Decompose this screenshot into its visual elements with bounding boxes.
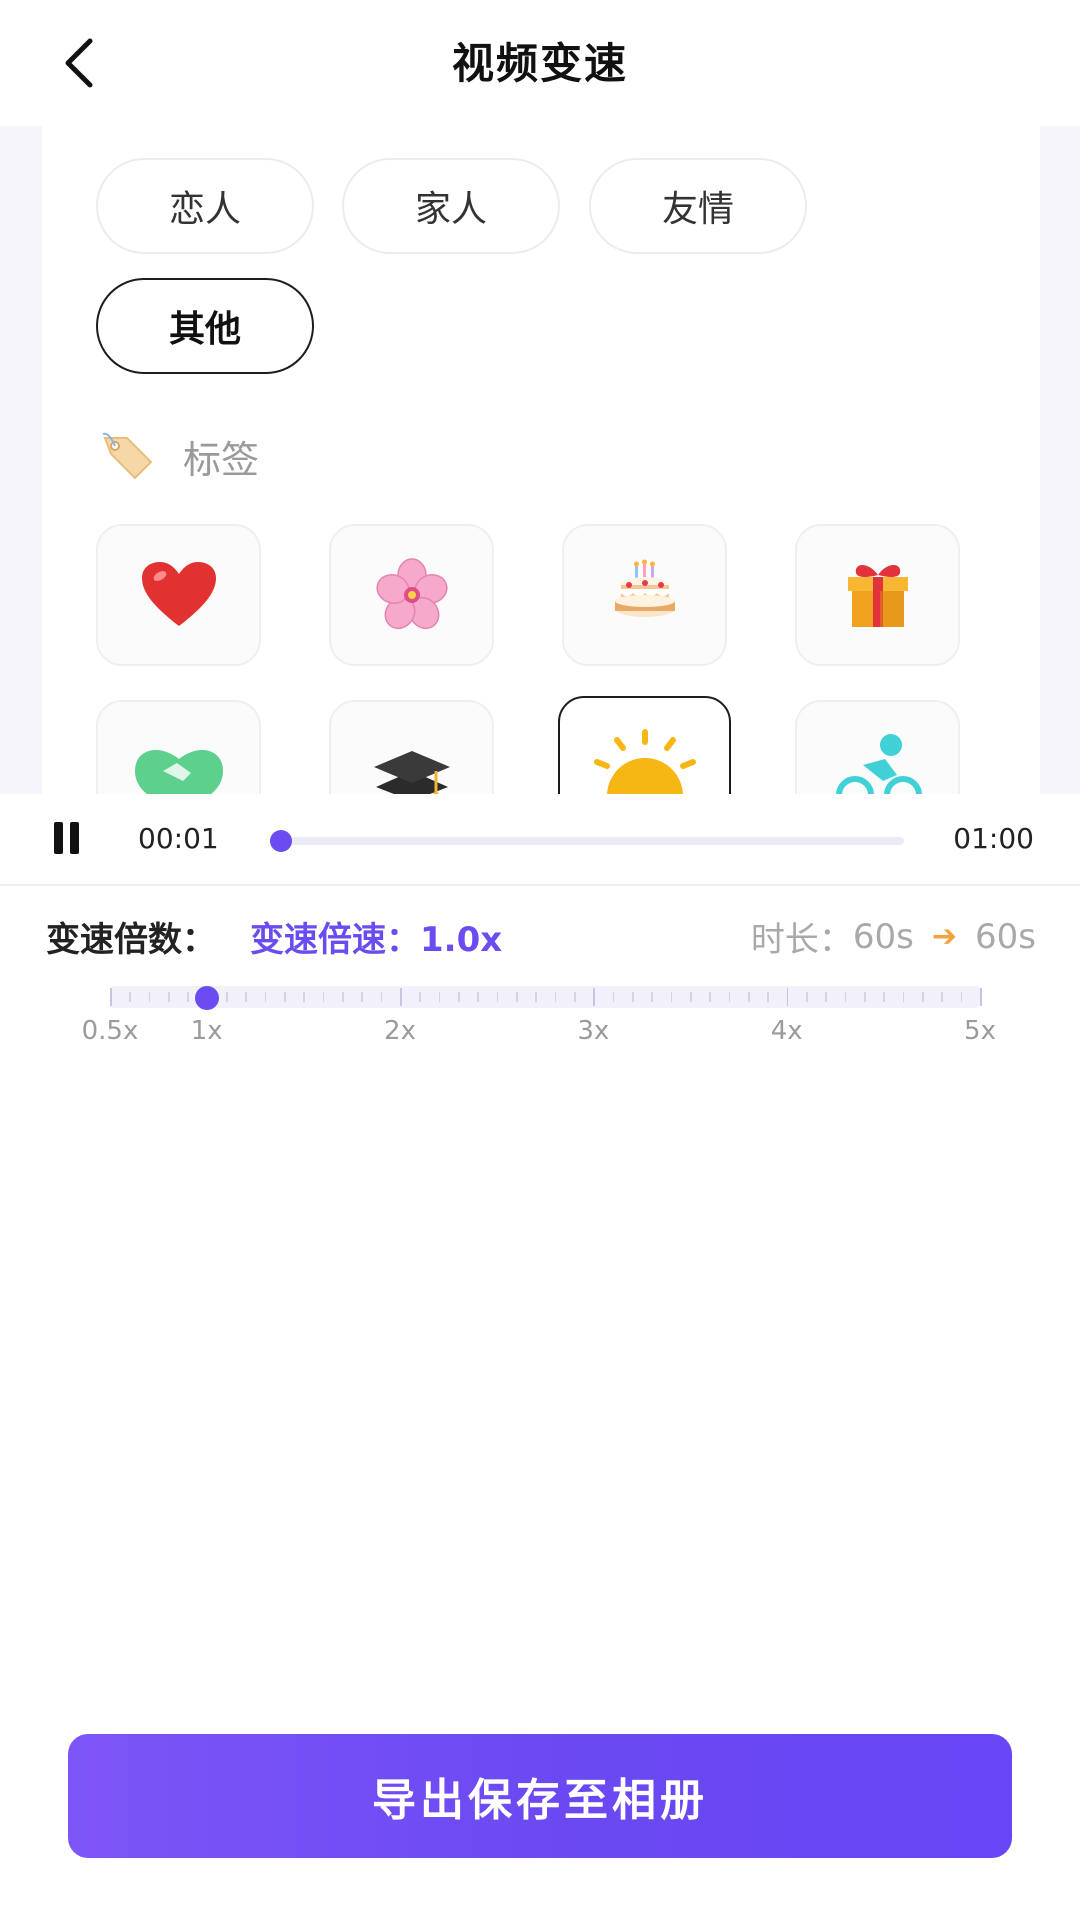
speed-minor-tick	[844, 992, 847, 1002]
heart-icon	[141, 562, 216, 626]
duration-info: 时长： 60s ➔ 60s	[751, 912, 1036, 961]
emoji-tile-graduation[interactable]	[329, 700, 494, 794]
speed-minor-tick	[535, 992, 537, 1002]
tag-icon	[102, 432, 153, 480]
speed-minor-tick	[361, 992, 363, 1002]
chip-family[interactable]: 家人	[342, 158, 560, 254]
speed-tick-label: 4x	[770, 1016, 803, 1046]
graduation-cap-icon	[373, 751, 450, 794]
speed-minor-tick	[922, 992, 924, 1002]
speed-value: 变速倍速：1.0x	[250, 920, 503, 960]
speed-minor-tick	[458, 992, 460, 1002]
gift-icon	[847, 565, 908, 627]
emoji-tile-handshake[interactable]	[96, 700, 261, 794]
handshake-icon	[134, 750, 223, 794]
speed-slider[interactable]	[110, 986, 982, 1010]
header: 视频变速	[0, 0, 1080, 126]
tag-section: 标签	[97, 426, 259, 486]
speed-minor-tick	[651, 992, 653, 1002]
speed-minor-tick	[748, 992, 750, 1002]
speed-minor-tick	[129, 992, 131, 1002]
speed-slider-thumb[interactable]	[194, 986, 219, 1010]
speed-minor-tick	[438, 992, 441, 1002]
duration-to: 60s	[975, 916, 1036, 957]
chip-friendship[interactable]: 友情	[589, 158, 807, 254]
speed-minor-tick	[574, 992, 576, 1002]
speed-minor-tick	[226, 992, 228, 1002]
speed-minor-tick	[554, 992, 557, 1002]
speed-minor-tick	[187, 992, 189, 1002]
speed-minor-tick	[806, 992, 808, 1002]
speed-minor-tick	[245, 992, 247, 1002]
speed-minor-tick	[419, 992, 421, 1002]
speed-minor-tick	[168, 992, 170, 1002]
current-time: 00:01	[138, 822, 219, 855]
player-bar: 00:01 01:00	[0, 794, 1080, 886]
pause-button[interactable]	[54, 822, 82, 854]
export-save-button[interactable]: 导出保存至相册	[68, 1734, 1012, 1858]
speed-minor-tick	[612, 992, 615, 1002]
speed-minor-tick	[690, 992, 692, 1002]
speed-minor-tick	[632, 992, 634, 1002]
speed-minor-tick	[902, 992, 905, 1002]
speed-major-tick	[110, 988, 112, 1006]
pause-icon	[54, 822, 63, 854]
speed-minor-tick	[670, 992, 673, 1002]
speed-minor-tick	[960, 992, 963, 1002]
chip-other[interactable]: 其他	[96, 278, 314, 374]
speed-row: 变速倍数： 变速倍速：1.0x 时长： 60s ➔ 60s	[46, 908, 1036, 964]
duration-label: 时长：	[750, 920, 853, 960]
speed-tick-label: 5x	[964, 1016, 996, 1046]
speed-minor-tick	[380, 992, 383, 1002]
speed-minor-tick	[303, 992, 305, 1002]
emoji-tile-heart[interactable]	[96, 524, 261, 666]
speed-minor-tick	[709, 992, 711, 1002]
arrow-right-icon: ➔	[931, 919, 958, 954]
speed-minor-tick	[496, 992, 499, 1002]
speed-major-tick	[400, 988, 402, 1006]
emoji-tile-cake[interactable]	[562, 524, 727, 666]
emoji-tile-sun[interactable]	[558, 696, 731, 794]
duration-from: 60s	[852, 916, 914, 957]
page-title: 视频变速	[451, 39, 628, 88]
speed-minor-tick	[284, 992, 286, 1002]
video-preview: 恋人 家人 友情 其他 标签	[0, 126, 1080, 794]
emoji-tile-gift[interactable]	[795, 524, 960, 666]
sun-icon	[593, 729, 696, 794]
speed-minor-tick	[148, 992, 151, 1002]
speed-tick-label: 3x	[577, 1016, 610, 1046]
speed-tick-label: 1x	[190, 1016, 223, 1046]
playback-progress-bar[interactable]	[269, 830, 904, 852]
speed-major-tick	[786, 988, 789, 1006]
emoji-tile-cyclist[interactable]	[795, 700, 960, 794]
progress-thumb[interactable]	[269, 830, 292, 852]
speed-minor-tick	[264, 992, 267, 1002]
speed-minor-tick	[883, 992, 885, 1002]
speed-tick-label: 0.5x	[81, 1016, 139, 1046]
speed-tick-label: 2x	[384, 1016, 416, 1046]
speed-minor-tick	[477, 992, 479, 1002]
cherry-blossom-icon	[375, 558, 448, 630]
birthday-cake-icon	[614, 559, 675, 617]
total-time: 01:00	[953, 822, 1034, 855]
preview-card: 恋人 家人 友情 其他 标签	[42, 126, 1040, 794]
speed-minor-tick	[864, 992, 866, 1002]
speed-minor-tick	[728, 992, 731, 1002]
tag-label: 标签	[183, 437, 260, 482]
speed-label: 变速倍数：	[46, 920, 216, 960]
speed-minor-tick	[767, 992, 769, 1002]
speed-minor-tick	[322, 992, 325, 1002]
chip-lover[interactable]: 恋人	[96, 158, 314, 254]
emoji-tile-blossom[interactable]	[329, 524, 494, 666]
speed-major-tick	[593, 988, 595, 1006]
speed-minor-tick	[342, 992, 344, 1002]
speed-minor-tick	[825, 992, 827, 1002]
speed-minor-tick	[941, 992, 943, 1002]
cyclist-icon	[835, 734, 922, 794]
speed-major-tick	[980, 988, 982, 1006]
speed-minor-tick	[516, 992, 518, 1002]
